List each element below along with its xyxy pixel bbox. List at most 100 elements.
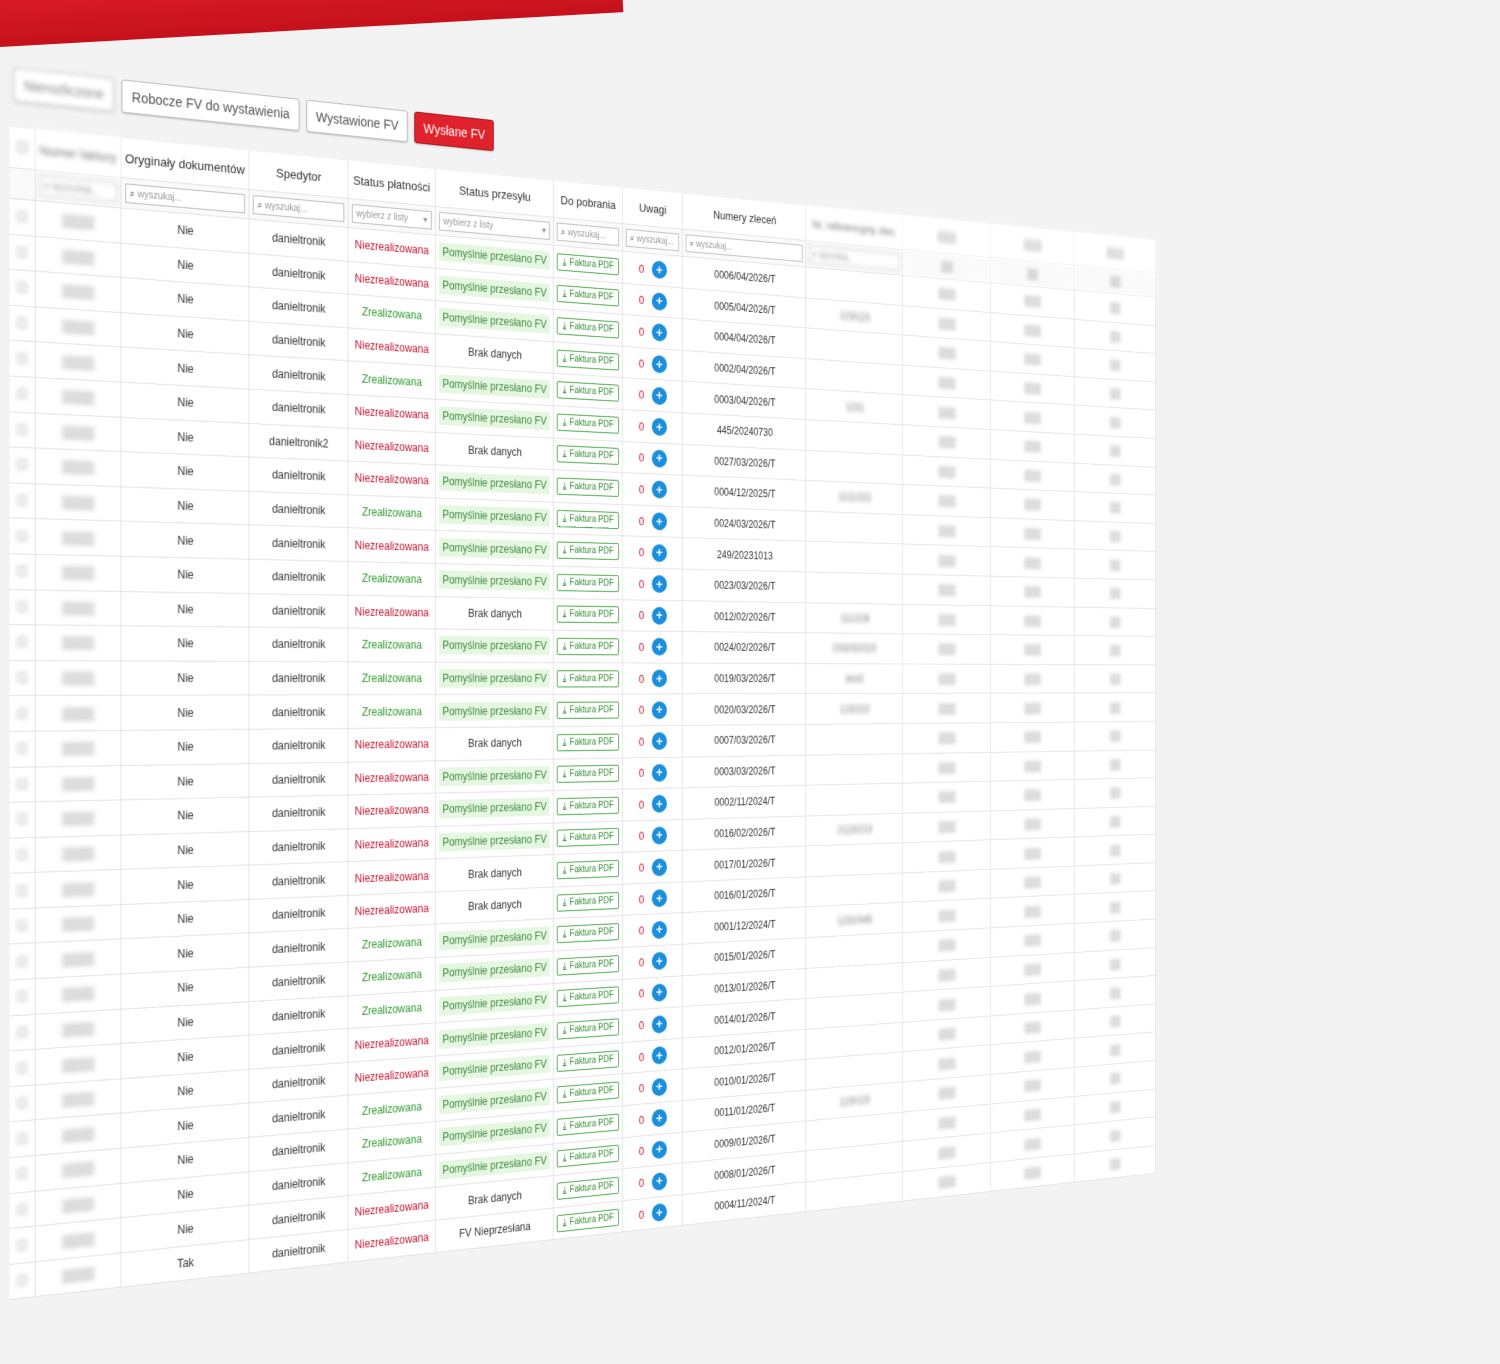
- pdf-download-button[interactable]: ⤓ Faktura PDF: [557, 765, 620, 784]
- row-checkbox[interactable]: ☐: [9, 943, 36, 981]
- pdf-download-button[interactable]: ⤓ Faktura PDF: [557, 1081, 620, 1104]
- add-note-icon[interactable]: +: [651, 606, 667, 625]
- pdf-download-button[interactable]: ⤓ Faktura PDF: [557, 349, 620, 371]
- add-note-icon[interactable]: +: [651, 920, 667, 940]
- row-checkbox[interactable]: ☐: [9, 1120, 36, 1158]
- pdf-download-button[interactable]: ⤓ Faktura PDF: [557, 828, 620, 848]
- row-checkbox[interactable]: ☐: [9, 340, 36, 378]
- pdf-download-button[interactable]: ⤓ Faktura PDF: [557, 733, 620, 752]
- add-note-icon[interactable]: +: [651, 795, 667, 814]
- add-note-icon[interactable]: +: [651, 1202, 667, 1223]
- row-checkbox[interactable]: ☐: [9, 518, 36, 555]
- add-note-icon[interactable]: +: [651, 260, 667, 280]
- pdf-download-button[interactable]: ⤓ Faktura PDF: [557, 509, 620, 529]
- row-checkbox[interactable]: ☐: [9, 304, 36, 343]
- row-checkbox[interactable]: ☐: [9, 1084, 36, 1123]
- add-note-icon[interactable]: +: [651, 857, 667, 877]
- row-checkbox[interactable]: ☐: [9, 731, 36, 767]
- pdf-download-button[interactable]: ⤓ Faktura PDF: [557, 955, 620, 976]
- pdf-download-button[interactable]: ⤓ Faktura PDF: [557, 1050, 620, 1072]
- add-note-icon[interactable]: +: [651, 449, 667, 468]
- pdf-download-button[interactable]: ⤓ Faktura PDF: [557, 986, 620, 1008]
- row-checkbox[interactable]: ☐: [9, 801, 36, 838]
- add-note-icon[interactable]: +: [651, 323, 667, 343]
- row-checkbox[interactable]: ☐: [9, 695, 36, 732]
- pdf-download-button[interactable]: ⤓ Faktura PDF: [557, 605, 620, 624]
- row-checkbox[interactable]: ☐: [9, 837, 36, 874]
- add-note-icon[interactable]: +: [651, 386, 667, 406]
- row-checkbox[interactable]: ☐: [9, 872, 36, 909]
- pdf-download-button[interactable]: ⤓ Faktura PDF: [557, 669, 620, 687]
- row-checkbox[interactable]: ☐: [9, 1049, 36, 1087]
- row-checkbox[interactable]: ☐: [9, 660, 36, 696]
- add-note-icon[interactable]: +: [651, 575, 667, 594]
- add-note-icon[interactable]: +: [651, 480, 667, 500]
- pdf-download-button[interactable]: ⤓ Faktura PDF: [557, 701, 620, 720]
- pdf-download-button[interactable]: ⤓ Faktura PDF: [557, 1145, 620, 1168]
- row-checkbox[interactable]: ☐: [9, 624, 36, 661]
- add-note-icon[interactable]: +: [651, 732, 667, 751]
- row-checkbox[interactable]: ☐: [9, 233, 36, 272]
- add-note-icon[interactable]: +: [651, 512, 667, 531]
- row-checkbox[interactable]: ☐: [9, 198, 36, 236]
- add-note-icon[interactable]: +: [651, 889, 667, 908]
- add-note-icon[interactable]: +: [651, 983, 667, 1002]
- pdf-download-button[interactable]: ⤓ Faktura PDF: [557, 317, 620, 339]
- add-note-icon[interactable]: +: [651, 292, 667, 311]
- row-checkbox[interactable]: ☐: [9, 411, 36, 449]
- pdf-download-button[interactable]: ⤓ Faktura PDF: [557, 253, 620, 276]
- row-checkbox[interactable]: ☐: [9, 1155, 36, 1194]
- row-checkbox[interactable]: ☐: [9, 1190, 36, 1229]
- row-checkbox[interactable]: ☐: [9, 907, 36, 945]
- add-note-icon[interactable]: +: [651, 1014, 667, 1034]
- pdf-download-button[interactable]: ⤓ Faktura PDF: [557, 541, 620, 561]
- row-checkbox[interactable]: ☐: [9, 447, 36, 484]
- row-checkbox[interactable]: ☐: [9, 482, 36, 519]
- row-checkbox[interactable]: ☐: [9, 269, 36, 307]
- add-note-icon[interactable]: +: [651, 417, 667, 437]
- pdf-download-button[interactable]: ⤓ Faktura PDF: [557, 923, 620, 944]
- row-checkbox[interactable]: ☐: [9, 766, 36, 803]
- add-note-icon[interactable]: +: [651, 1077, 667, 1097]
- tab-sent[interactable]: Wysłane FV: [414, 111, 495, 152]
- pdf-download-button[interactable]: ⤓ Faktura PDF: [557, 1176, 620, 1200]
- add-note-icon[interactable]: +: [651, 638, 667, 656]
- pdf-download-button[interactable]: ⤓ Faktura PDF: [557, 891, 620, 912]
- add-note-icon[interactable]: +: [651, 543, 667, 562]
- pdf-download-button[interactable]: ⤓ Faktura PDF: [557, 1208, 620, 1233]
- pdf-download-button[interactable]: ⤓ Faktura PDF: [557, 413, 620, 434]
- pdf-download-button[interactable]: ⤓ Faktura PDF: [557, 285, 620, 307]
- col-invoice-nr[interactable]: Numer faktury: [35, 129, 121, 178]
- tab-unsettled[interactable]: Nierozliczone: [13, 67, 115, 112]
- pdf-download-button[interactable]: ⤓ Faktura PDF: [557, 637, 620, 656]
- row-checkbox[interactable]: ☐: [9, 978, 36, 1016]
- row-checkbox[interactable]: ☐: [9, 589, 36, 625]
- row-checkbox[interactable]: ☐: [9, 375, 36, 413]
- pdf-download-button[interactable]: ⤓ Faktura PDF: [557, 1113, 620, 1136]
- pdf-download-button[interactable]: ⤓ Faktura PDF: [557, 381, 620, 402]
- pdf-download-button[interactable]: ⤓ Faktura PDF: [557, 477, 620, 497]
- pdf-download-button[interactable]: ⤓ Faktura PDF: [557, 445, 620, 466]
- add-note-icon[interactable]: +: [651, 1171, 667, 1191]
- pdf-download-button[interactable]: ⤓ Faktura PDF: [557, 573, 620, 592]
- add-note-icon[interactable]: +: [651, 1140, 667, 1160]
- add-note-icon[interactable]: +: [651, 701, 667, 719]
- add-note-icon[interactable]: +: [651, 951, 667, 971]
- pdf-download-button[interactable]: ⤓ Faktura PDF: [557, 860, 620, 880]
- add-note-icon[interactable]: +: [651, 826, 667, 845]
- add-note-icon[interactable]: +: [651, 1108, 667, 1128]
- row-checkbox[interactable]: ☐: [9, 1261, 36, 1300]
- row-checkbox[interactable]: ☐: [9, 1014, 36, 1052]
- tab-drafts[interactable]: Robocze FV do wystawienia: [121, 79, 300, 132]
- table-row[interactable]: ☐ ▒▒▒▒ Nie danieltronik Zrealizowana Pomyślni…: [9, 660, 1156, 696]
- pdf-download-button[interactable]: ⤓ Faktura PDF: [557, 796, 620, 816]
- add-note-icon[interactable]: +: [651, 355, 667, 374]
- add-note-icon[interactable]: +: [651, 669, 667, 688]
- pdf-download-button[interactable]: ⤓ Faktura PDF: [557, 1018, 620, 1040]
- tab-issued[interactable]: Wystawione FV: [306, 99, 408, 143]
- select-all-checkbox[interactable]: ☐: [9, 126, 36, 170]
- row-checkbox[interactable]: ☐: [9, 1226, 36, 1265]
- add-note-icon[interactable]: +: [651, 763, 667, 782]
- row-checkbox[interactable]: ☐: [9, 553, 36, 590]
- add-note-icon[interactable]: +: [651, 1046, 667, 1065]
